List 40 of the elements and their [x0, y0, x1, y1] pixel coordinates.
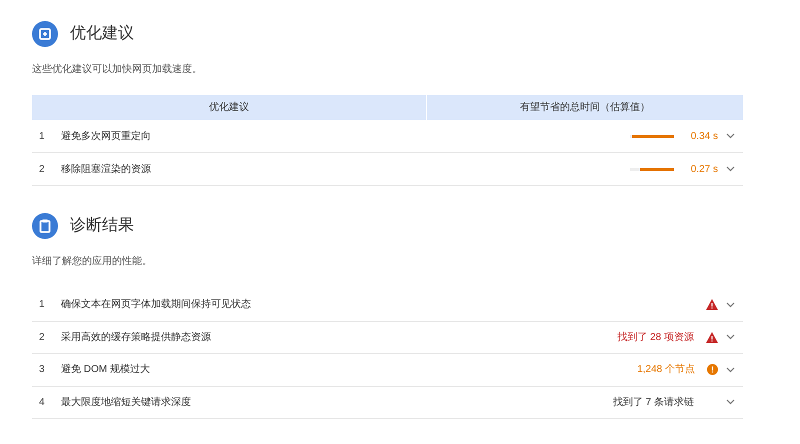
- row-number: 4: [38, 396, 46, 410]
- diagnostic-value: 1,248 个节点: [637, 362, 695, 378]
- row-number: 1: [38, 130, 46, 144]
- diagnostic-row[interactable]: 2 采用高效的缓存策略提供静态资源 找到了 28 项资源: [32, 322, 743, 354]
- row-label: 采用高效的缓存策略提供静态资源: [61, 330, 211, 345]
- savings-value: 0.34 s: [690, 130, 718, 144]
- chevron-icon[interactable]: [726, 166, 735, 172]
- chevron-icon[interactable]: [726, 334, 735, 340]
- section-title: 诊断结果: [70, 216, 134, 236]
- section-description: 详细了解您的应用的性能。: [32, 254, 153, 269]
- section-description: 这些优化建议可以加快网页加载速度。: [32, 62, 203, 77]
- row-label: 最大限度地缩短关键请求深度: [61, 396, 191, 410]
- section-title: 优化建议: [70, 24, 134, 44]
- chevron-icon[interactable]: [726, 399, 735, 406]
- diagnostic-value: 找到了 28 项资源: [617, 330, 694, 345]
- diagnostic-row[interactable]: 3 避免 DOM 规模过大 1,248 个节点: [32, 354, 743, 386]
- row-label: 避免多次网页重定向: [61, 130, 151, 144]
- row-number: 1: [38, 298, 46, 312]
- row-number: 3: [38, 363, 46, 378]
- row-label: 避免 DOM 规模过大: [61, 362, 150, 378]
- row-label: 移除阻塞渲染的资源: [61, 162, 151, 176]
- warning-icon: [706, 299, 718, 310]
- diagnostic-row[interactable]: 1 确保文本在网页字体加载期间保持可见状态: [32, 289, 743, 322]
- clipboard-icon: [32, 213, 58, 239]
- row-label: 确保文本在网页字体加载期间保持可见状态: [61, 298, 251, 312]
- diagnostic-row[interactable]: 4 最大限度地缩短关键请求深度 找到了 7 条请求链: [32, 386, 743, 419]
- alert-circle-icon: [707, 364, 718, 376]
- column-header: 优化建议: [32, 95, 427, 120]
- chevron-icon[interactable]: [726, 302, 735, 308]
- row-number: 2: [38, 330, 46, 345]
- optimization-icon: [32, 21, 58, 47]
- chevron-icon[interactable]: [726, 133, 735, 139]
- opportunity-row[interactable]: 1 避免多次网页重定向 0.34 s: [32, 120, 743, 153]
- chevron-icon[interactable]: [726, 366, 735, 373]
- row-number: 2: [38, 162, 46, 176]
- column-header: 有望节省的总时间（估算值）: [519, 100, 651, 115]
- warning-icon: [706, 332, 718, 343]
- opportunity-row[interactable]: 2 移除阻塞渲染的资源 0.27 s: [32, 153, 743, 186]
- diagnostic-value: 找到了 7 条请求链: [612, 396, 694, 410]
- savings-value: 0.27 s: [690, 162, 718, 176]
